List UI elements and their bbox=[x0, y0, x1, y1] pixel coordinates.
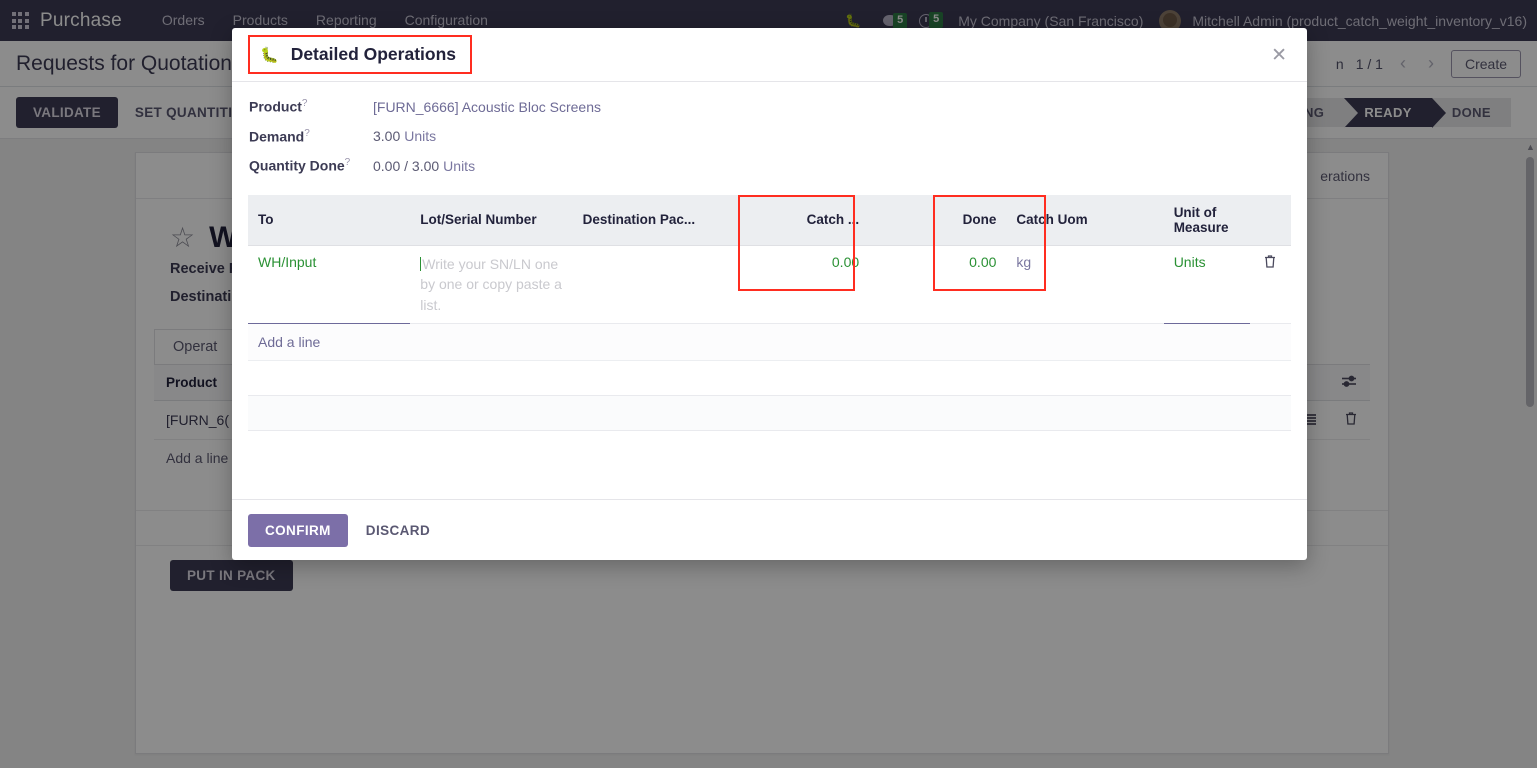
dialog-header: 🐛 Detailed Operations ✕ bbox=[232, 28, 1307, 82]
delete-row-button[interactable] bbox=[1249, 245, 1291, 324]
table-filler-row bbox=[248, 395, 1291, 431]
dialog-title: Detailed Operations bbox=[290, 44, 457, 64]
close-icon[interactable]: ✕ bbox=[1271, 46, 1287, 65]
cell-done[interactable]: 0.00 bbox=[948, 245, 1007, 324]
column-lot-serial-number: Lot/Serial Number bbox=[410, 194, 573, 246]
column-actions bbox=[1249, 194, 1291, 246]
column-catch-uom: Catch Uom bbox=[1006, 194, 1164, 246]
confirm-button[interactable]: CONFIRM bbox=[248, 513, 348, 547]
discard-button[interactable]: DISCARD bbox=[356, 514, 440, 547]
cell-catch-uom[interactable]: kg bbox=[1006, 245, 1164, 324]
move-lines-container: To Lot/Serial Number Destination Pac... … bbox=[248, 194, 1291, 473]
field-demand-label: Demand? bbox=[249, 127, 310, 145]
field-quantity-done-value: 0.00 / 3.00 Units bbox=[373, 157, 476, 174]
field-product-value[interactable]: [FURN_6666] Acoustic Bloc Screens bbox=[373, 99, 601, 115]
move-lines-header-row: To Lot/Serial Number Destination Pac... … bbox=[248, 194, 1291, 246]
field-quantity-done: Quantity Done? 0.00 / 3.00 Units bbox=[248, 157, 1291, 174]
column-destination-package: Destination Pac... bbox=[572, 194, 751, 246]
field-demand: Demand? 3.00 Units bbox=[248, 128, 1291, 145]
column-unit-of-measure: Unit of Measure bbox=[1163, 194, 1250, 246]
column-to: To bbox=[248, 194, 411, 246]
table-filler-row bbox=[248, 360, 1291, 396]
field-product: Product? [FURN_6666] Acoustic Bloc Scree… bbox=[248, 98, 1291, 115]
detailed-operations-dialog: 🐛 Detailed Operations ✕ Product? [FURN_6… bbox=[232, 28, 1307, 560]
column-done: Done bbox=[948, 194, 1007, 246]
cell-to[interactable]: WH/Input bbox=[248, 245, 411, 324]
column-catch-weight-spacer bbox=[869, 194, 949, 246]
dialog-footer: CONFIRM DISCARD bbox=[232, 499, 1307, 560]
field-quantity-done-label: Quantity Done? bbox=[249, 157, 351, 174]
cell-unit-of-measure[interactable]: Units bbox=[1163, 245, 1250, 324]
header-fields: Product? [FURN_6666] Acoustic Bloc Scree… bbox=[248, 98, 1291, 195]
cell-destination-package[interactable] bbox=[572, 245, 751, 324]
move-lines-table: To Lot/Serial Number Destination Pac... … bbox=[248, 194, 1291, 324]
add-a-line-button[interactable]: Add a line bbox=[248, 323, 1291, 361]
column-catch-weight: Catch ... bbox=[750, 194, 870, 246]
cell-catch-weight[interactable]: 0.00 bbox=[750, 245, 870, 324]
dialog-title-highlight: 🐛 Detailed Operations bbox=[248, 35, 473, 74]
trash-icon[interactable] bbox=[1263, 255, 1277, 272]
field-product-label: Product? bbox=[249, 98, 308, 115]
bug-icon: 🐛 bbox=[260, 46, 279, 64]
dialog-body: Product? [FURN_6666] Acoustic Bloc Scree… bbox=[232, 82, 1307, 499]
cell-catch-weight-spacer bbox=[869, 245, 949, 324]
cell-lot-serial-number[interactable]: Write your SN/LN one by one or copy past… bbox=[410, 245, 573, 324]
field-demand-value: 3.00 Units bbox=[373, 128, 437, 145]
lot-serial-placeholder: Write your SN/LN one by one or copy past… bbox=[420, 255, 562, 313]
table-filler-row bbox=[248, 430, 1291, 473]
table-row[interactable]: WH/Input Write your SN/LN one by one or … bbox=[248, 245, 1291, 324]
